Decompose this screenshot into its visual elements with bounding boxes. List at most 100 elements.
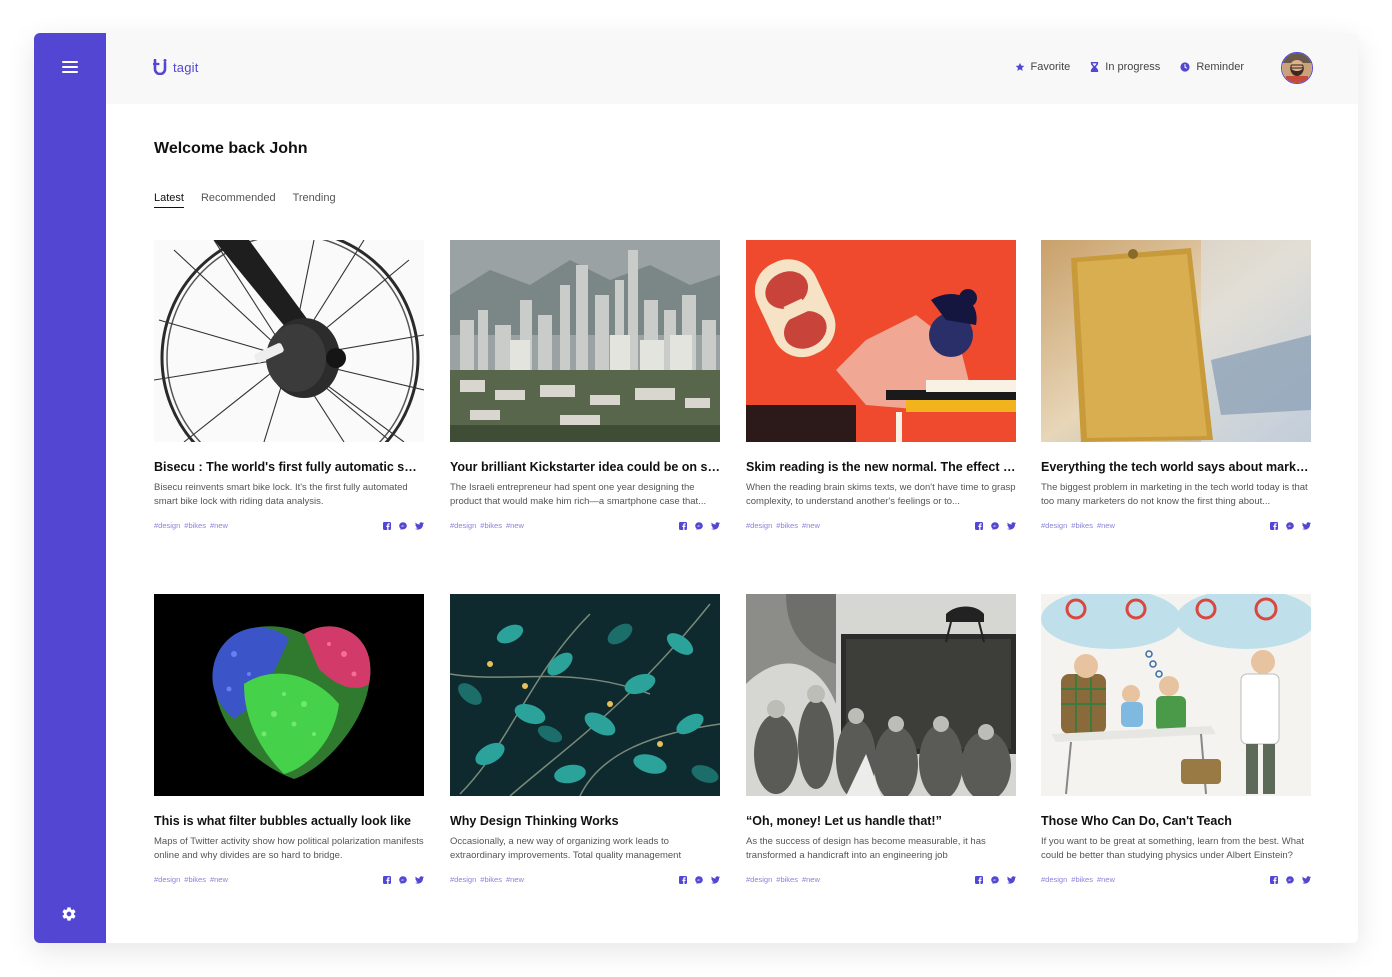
tag-link[interactable]: #design [1041,875,1067,884]
article-card: Your brilliant Kickstarter idea could be… [450,240,720,530]
tag-link[interactable]: #design [450,875,476,884]
tab-trending[interactable]: Trending [293,192,336,208]
gear-icon[interactable] [61,906,77,922]
card-title[interactable]: Your brilliant Kickstarter idea could be… [450,460,720,474]
facebook-icon[interactable] [975,875,983,884]
messenger-icon[interactable] [991,875,999,884]
facebook-icon[interactable] [1270,521,1278,530]
card-title[interactable]: Bisecu : The world's first fully automat… [154,460,424,474]
tag-link[interactable]: #design [154,521,180,530]
bike-wheel-image[interactable] [154,240,424,442]
article-card: Skim reading is the new normal. The effe… [746,240,1016,530]
vine-leaves-illustration[interactable] [450,594,720,796]
card-title[interactable]: Everything the tech world says about mar… [1041,460,1311,474]
facebook-icon[interactable] [679,521,687,530]
card-title[interactable]: Skim reading is the new normal. The effe… [746,460,1016,474]
tag-link[interactable]: #bikes [1071,521,1093,530]
messenger-icon[interactable] [695,875,703,884]
city-skyline-image[interactable] [450,240,720,442]
hourglass-icon [1091,62,1099,72]
filter-bubble-visualization[interactable] [154,594,424,796]
tag-link[interactable]: #new [210,521,228,530]
twitter-icon[interactable] [1302,875,1311,884]
tag-link[interactable]: #bikes [776,875,798,884]
messenger-icon[interactable] [695,521,703,530]
tag-link[interactable]: #design [1041,521,1067,530]
tag-link[interactable]: #design [154,875,180,884]
messenger-icon[interactable] [399,875,407,884]
twitter-icon[interactable] [415,521,424,530]
skim-reading-illustration[interactable] [746,240,1016,442]
tag-link[interactable]: #bikes [480,875,502,884]
top-header: tagit Favorite In progress Reminder [106,33,1358,104]
twitter-icon[interactable] [711,875,720,884]
card-title[interactable]: “Oh, money! Let us handle that!” [746,814,1016,828]
tag-link[interactable]: #bikes [776,521,798,530]
tagit-logo-icon [153,59,167,75]
article-card: Everything the tech world says about mar… [1041,240,1311,530]
twitter-icon[interactable] [1302,521,1311,530]
messenger-icon[interactable] [1286,875,1294,884]
nav-reminder[interactable]: Reminder [1180,61,1244,73]
facebook-icon[interactable] [679,875,687,884]
tag-link[interactable]: #new [1097,875,1115,884]
tag-link[interactable]: #new [210,875,228,884]
sidebar [34,33,106,943]
article-card: Those Who Can Do, Can't Teach If you wan… [1041,594,1311,884]
tag-link[interactable]: #new [802,875,820,884]
facebook-icon[interactable] [383,875,391,884]
twitter-icon[interactable] [1007,875,1016,884]
content-tabs: Latest Recommended Trending [154,192,353,208]
tag-link[interactable]: #new [506,875,524,884]
card-description: If you want to be great at something, le… [1041,836,1304,861]
twitter-icon[interactable] [415,875,424,884]
facebook-icon[interactable] [383,521,391,530]
logo[interactable]: tagit [153,59,199,75]
app-window: tagit Favorite In progress Reminder Welc… [34,33,1358,943]
tag-link[interactable]: #design [746,875,772,884]
nav-in-progress-label: In progress [1105,61,1161,73]
nav-in-progress[interactable]: In progress [1090,61,1160,73]
nav-favorite[interactable]: Favorite [1015,61,1071,73]
tag-link[interactable]: #bikes [1071,875,1093,884]
article-card: Bisecu : The world's first fully automat… [154,240,424,530]
tag-link[interactable]: #new [506,521,524,530]
menu-icon[interactable] [62,61,78,73]
card-title[interactable]: Why Design Thinking Works [450,814,720,828]
card-description: Maps of Twitter activity show how politi… [154,836,424,861]
tag-link[interactable]: #bikes [184,875,206,884]
tag-link[interactable]: #new [1097,521,1115,530]
tab-recommended[interactable]: Recommended [201,192,276,208]
tag-link[interactable]: #design [450,521,476,530]
card-description: The biggest problem in marketing in the … [1041,482,1308,507]
nav-favorite-label: Favorite [1030,61,1071,73]
messenger-icon[interactable] [399,521,407,530]
engraving-crowd-image[interactable] [746,594,1016,796]
article-card: “Oh, money! Let us handle that!” As the … [746,594,1016,884]
tag-link[interactable]: #design [746,521,772,530]
avatar[interactable] [1281,52,1313,84]
messenger-icon[interactable] [1286,521,1294,530]
page-title: Welcome back John [154,140,308,157]
tag-link[interactable]: #bikes [184,521,206,530]
teaching-illustration[interactable] [1041,594,1311,796]
card-title[interactable]: Those Who Can Do, Can't Teach [1041,814,1311,828]
messenger-icon[interactable] [991,521,999,530]
facebook-icon[interactable] [1270,875,1278,884]
card-description: Occasionally, a new way of organizing wo… [450,836,682,861]
tag-link[interactable]: #bikes [480,521,502,530]
article-card: This is what filter bubbles actually loo… [154,594,424,884]
twitter-icon[interactable] [1007,521,1016,530]
facebook-icon[interactable] [975,521,983,530]
tag-link[interactable]: #new [802,521,820,530]
article-card: Why Design Thinking Works Occasionally, … [450,594,720,884]
card-description: The Israeli entrepreneur had spent one y… [450,482,707,507]
card-description: As the success of design has become meas… [746,836,986,861]
header-nav: Favorite In progress Reminder [995,61,1244,73]
twitter-icon[interactable] [711,521,720,530]
card-title[interactable]: This is what filter bubbles actually loo… [154,814,424,828]
card-description: When the reading brain skims texts, we d… [746,482,1016,507]
tab-latest[interactable]: Latest [154,192,184,208]
clock-icon [1180,62,1190,72]
no-sale-sign-image[interactable] [1041,240,1311,442]
